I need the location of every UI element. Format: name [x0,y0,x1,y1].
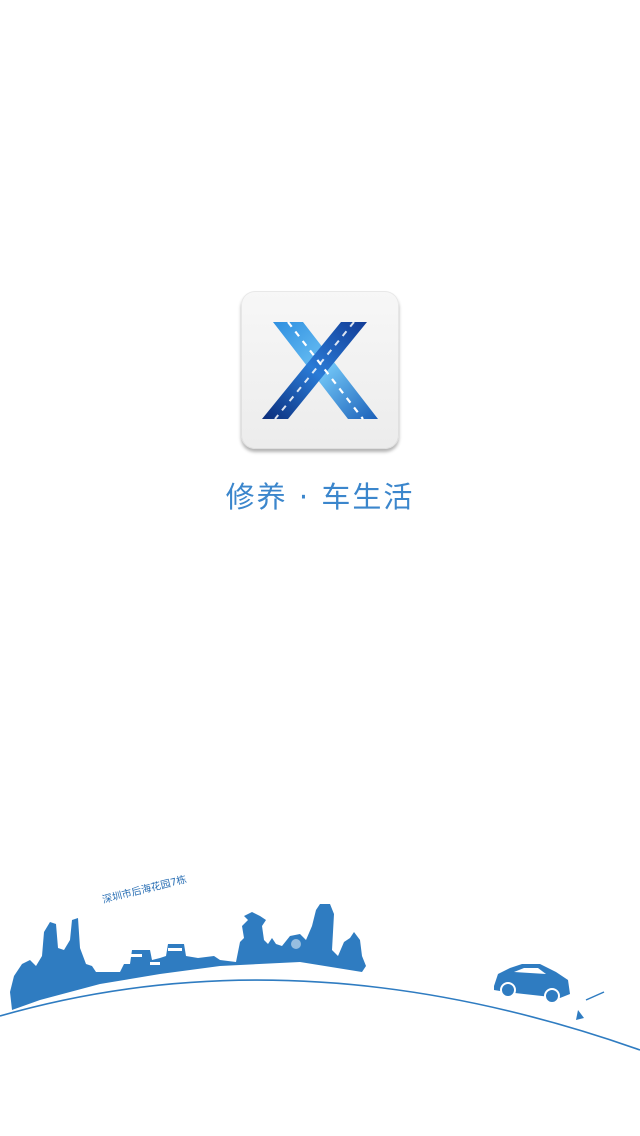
app-tagline: 修养 · 车生活 [225,480,415,514]
splash-screen: 修养 · 车生活 深圳市后海花园7栋 [0,0,640,1136]
x-road-logo-icon [262,321,378,420]
app-logo-icon [241,291,399,449]
car-icon [494,964,570,1004]
city-skyline-illustration [0,904,640,1051]
